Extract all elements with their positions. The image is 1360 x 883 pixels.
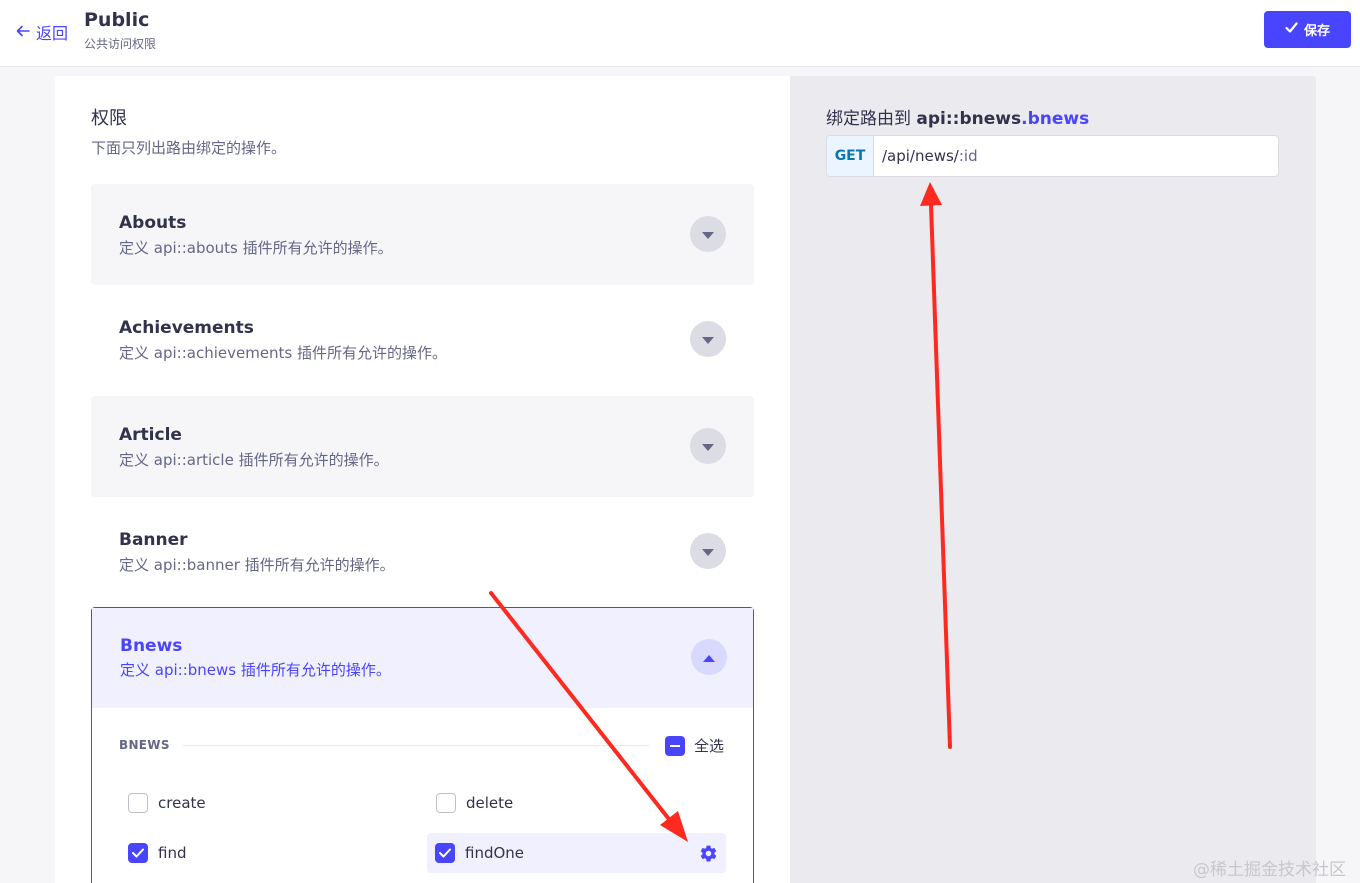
watermark: @稀土掘金技术社区 [1193,860,1346,880]
action-findone[interactable]: findOne [427,833,726,873]
caret-down-icon [702,330,714,349]
caret-up-icon [703,648,715,667]
accordion-header[interactable]: Bnews 定义 api::bnews 插件所有允许的操作。 [92,608,753,708]
expand-button[interactable] [690,216,726,252]
permissions-description: 下面只列出路由绑定的操作。 [91,139,287,157]
caret-down-icon [702,225,714,244]
accordion-description: 定义 api::bnews 插件所有允许的操作。 [120,661,391,679]
caret-down-icon [702,437,714,456]
page-subtitle: 公共访问权限 [84,37,157,51]
select-all-checkbox[interactable]: 全选 [665,735,724,756]
save-label: 保存 [1303,24,1330,39]
permissions-panel: 权限 下面只列出路由绑定的操作。 Abouts 定义 api::abouts 插… [55,76,790,883]
check-icon [1285,21,1298,38]
accordion-banner[interactable]: Banner 定义 api::banner 插件所有允许的操作。 [91,501,754,602]
checkbox[interactable] [128,843,148,863]
accordion-article[interactable]: Article 定义 api::article 插件所有允许的操作。 [91,396,754,497]
accordion-description: 定义 api::article 插件所有允许的操作。 [119,451,389,469]
arrow-left-icon [16,23,30,42]
caret-down-icon [702,542,714,561]
header: 返回 Public 公共访问权限 保存 [0,0,1360,67]
action-delete[interactable]: delete [436,783,513,823]
checkbox[interactable] [436,793,456,813]
section-divider [183,745,649,746]
accordion-description: 定义 api::banner 插件所有允许的操作。 [119,556,395,574]
permissions-title: 权限 [91,108,127,129]
accordion-title: Bnews [120,636,183,656]
accordion-achievements[interactable]: Achievements 定义 api::achievements 插件所有允许… [91,289,754,390]
select-all-label: 全选 [694,737,725,755]
route-path-param: :id [958,147,978,165]
action-label: create [158,794,206,812]
action-label: findOne [465,844,525,862]
action-create[interactable]: create [128,783,206,823]
page-title: Public [84,9,150,31]
expand-button[interactable] [690,321,726,357]
indeterminate-checkbox[interactable] [665,735,685,756]
accordion-title: Banner [119,530,188,550]
binding-api: api::bnews [916,109,1022,129]
back-label: 返回 [36,24,69,43]
expand-button[interactable] [690,533,726,569]
route-display: GET /api/news/:id [826,135,1279,177]
binding-prefix: 绑定路由到 [826,109,917,129]
checkbox[interactable] [435,843,455,863]
action-label: find [158,844,187,862]
action-find[interactable]: find [128,833,186,873]
accordion-description: 定义 api::abouts 插件所有允许的操作。 [119,239,393,257]
route-binding-panel: 绑定路由到 api::bnews.bnews GET /api/news/:id [790,76,1316,883]
binding-name: .bnews [1021,109,1090,129]
checkbox[interactable] [128,793,148,813]
action-label: delete [466,794,514,812]
accordion-title: Article [119,425,182,445]
route-path-base: /api/news/ [882,147,959,165]
accordion-bnews: Bnews 定义 api::bnews 插件所有允许的操作。 BNEWS 全选 … [91,607,754,883]
gear-icon[interactable] [698,843,718,863]
binding-title: 绑定路由到 api::bnews.bnews [826,104,1089,129]
route-path: /api/news/:id [874,136,978,176]
expand-button[interactable] [690,428,726,464]
accordion-description: 定义 api::achievements 插件所有允许的操作。 [119,344,448,362]
section-label: BNEWS [119,738,170,752]
save-button[interactable]: 保存 [1264,11,1351,48]
back-link[interactable]: 返回 [16,20,68,44]
accordion-title: Achievements [119,318,254,338]
http-method-badge: GET [827,136,874,176]
collapse-button[interactable] [691,639,727,675]
accordion-title: Abouts [119,213,187,233]
accordion-abouts[interactable]: Abouts 定义 api::abouts 插件所有允许的操作。 [91,184,754,285]
